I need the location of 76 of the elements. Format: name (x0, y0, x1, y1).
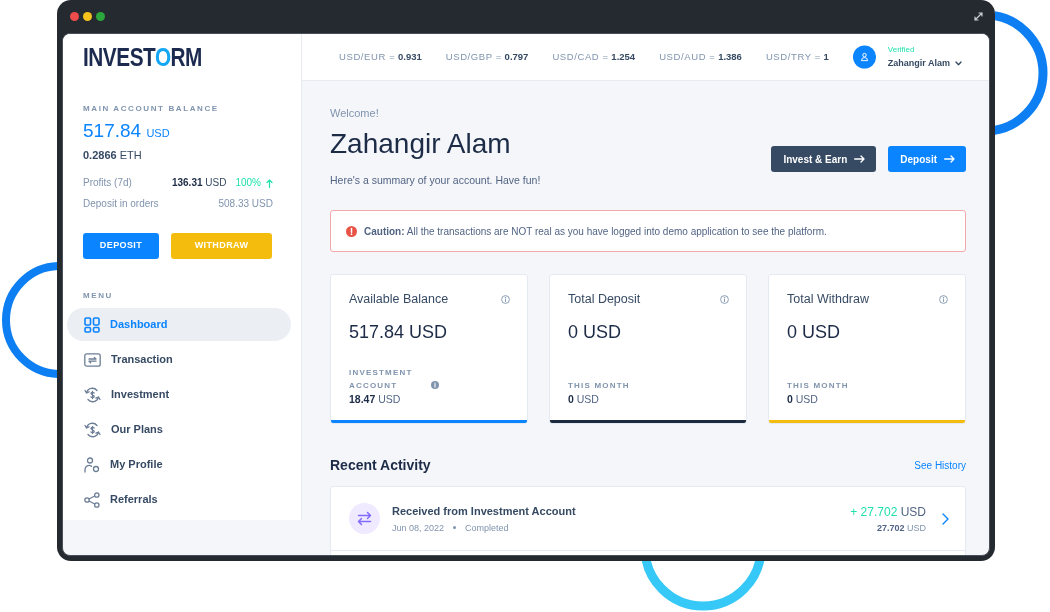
info-icon (501, 295, 510, 304)
activity-amount: + 27.702 USD (850, 503, 926, 520)
card-subtitle: INVESTMENT ACCOUNT (349, 367, 414, 392)
card-title: Total Deposit (568, 291, 641, 308)
page-subtitle: Here's a summary of your account. Have fun! (330, 173, 541, 187)
stat-value: 508.33 USD (218, 197, 273, 211)
section-title: Recent Activity (330, 456, 431, 474)
grid-icon (84, 316, 100, 333)
change-percent: 100% (235, 176, 261, 190)
avatar-icon (852, 45, 876, 69)
deposit-button[interactable]: Deposit (888, 146, 966, 172)
card-value: 18.47 USD (349, 392, 402, 406)
chevron-down-icon (955, 61, 962, 66)
dollar-cycle-icon (84, 386, 101, 403)
rate-label: USD/TRY = (765, 50, 821, 62)
rate-label: USD/AUD = (659, 50, 716, 62)
rate-value: 1.254 (611, 50, 636, 62)
window-dot-icon (96, 12, 105, 21)
card-title: Total Withdraw (787, 291, 869, 308)
secondary-balance: 0.2866 ETH (83, 148, 143, 162)
card-amount: 517.84 USD (349, 321, 449, 343)
activity-status: Completed (465, 521, 509, 534)
activity-subamount: 27.702 USD (875, 521, 926, 534)
rate-label: USD/GBP = (445, 50, 502, 62)
card-subtitle: THIS MONTH (787, 380, 849, 392)
arrow-right-icon (944, 155, 955, 163)
brand-logo: INVESTORM (83, 46, 202, 68)
see-history-link[interactable]: See History (914, 457, 966, 473)
card-amount: 0 USD (568, 321, 622, 343)
activity-date: Jun 08, 2022 (392, 521, 445, 534)
deposit-button[interactable]: DEPOSIT (83, 233, 159, 259)
activity-title: Received from Investment Account (392, 503, 577, 519)
alert-icon (346, 225, 357, 237)
window-dot-icon (70, 12, 79, 21)
page-title: Zahangir Alam (330, 127, 512, 161)
stat-value: 136.31 USD (171, 176, 227, 190)
arrow-right-icon (854, 155, 866, 163)
window-dot-icon (83, 12, 92, 21)
menu-item[interactable]: My Profile (67, 448, 291, 481)
balance-amount: 517.84 USD (83, 120, 171, 143)
invest-button[interactable]: Invest & Earn (771, 146, 877, 172)
stat-label: Profits (7d) (83, 176, 132, 190)
user-gear-icon (84, 456, 100, 473)
menu-item[interactable]: Transaction (67, 343, 291, 376)
card-title: Available Balance (349, 291, 449, 308)
rate-value: 0.797 (504, 50, 529, 62)
arrow-up-icon (266, 178, 273, 188)
share-icon (84, 491, 100, 508)
alert-message: Caution: All the transactions are NOT real as you have logged into demo application to see the platform. (364, 224, 827, 239)
verified-status: Verified (887, 44, 916, 55)
rate-label: USD/EUR = (339, 50, 396, 62)
rate-value: 0.931 (398, 50, 422, 62)
expand-icon (974, 12, 983, 21)
transfer-card-icon (84, 352, 101, 367)
stat-label: Deposit in orders (83, 197, 159, 211)
menu-item[interactable]: Referrals (67, 483, 291, 516)
rate-label: USD/CAD = (552, 50, 609, 62)
chevron-right-icon (942, 512, 949, 525)
menu-item[interactable]: Our Plans (67, 413, 291, 446)
welcome-text: Welcome! (330, 106, 380, 120)
card-amount: 0 USD (787, 321, 841, 343)
dollar-cycle-icon (84, 421, 101, 438)
separator-dot-icon (453, 526, 457, 529)
user-menu-button[interactable]: Zahangir Alam (887, 57, 962, 70)
info-icon (939, 295, 948, 304)
card-value: 0 USD (568, 392, 600, 406)
card-value: 0 USD (787, 392, 819, 406)
menu-heading: MENU (83, 290, 114, 302)
activity-row[interactable]: Received from Investment Account Jun 08, 2022 Completed + 27.702 USD 27.702 USD (331, 487, 965, 551)
transfer-icon (349, 503, 380, 534)
balance-label: MAIN ACCOUNT BALANCE (83, 103, 220, 115)
rate-value: 1 (823, 50, 829, 62)
rate-value: 1.386 (718, 50, 742, 62)
menu-item[interactable]: Investment (67, 378, 291, 411)
info-icon (720, 295, 729, 304)
card-subtitle: THIS MONTH (568, 380, 630, 392)
